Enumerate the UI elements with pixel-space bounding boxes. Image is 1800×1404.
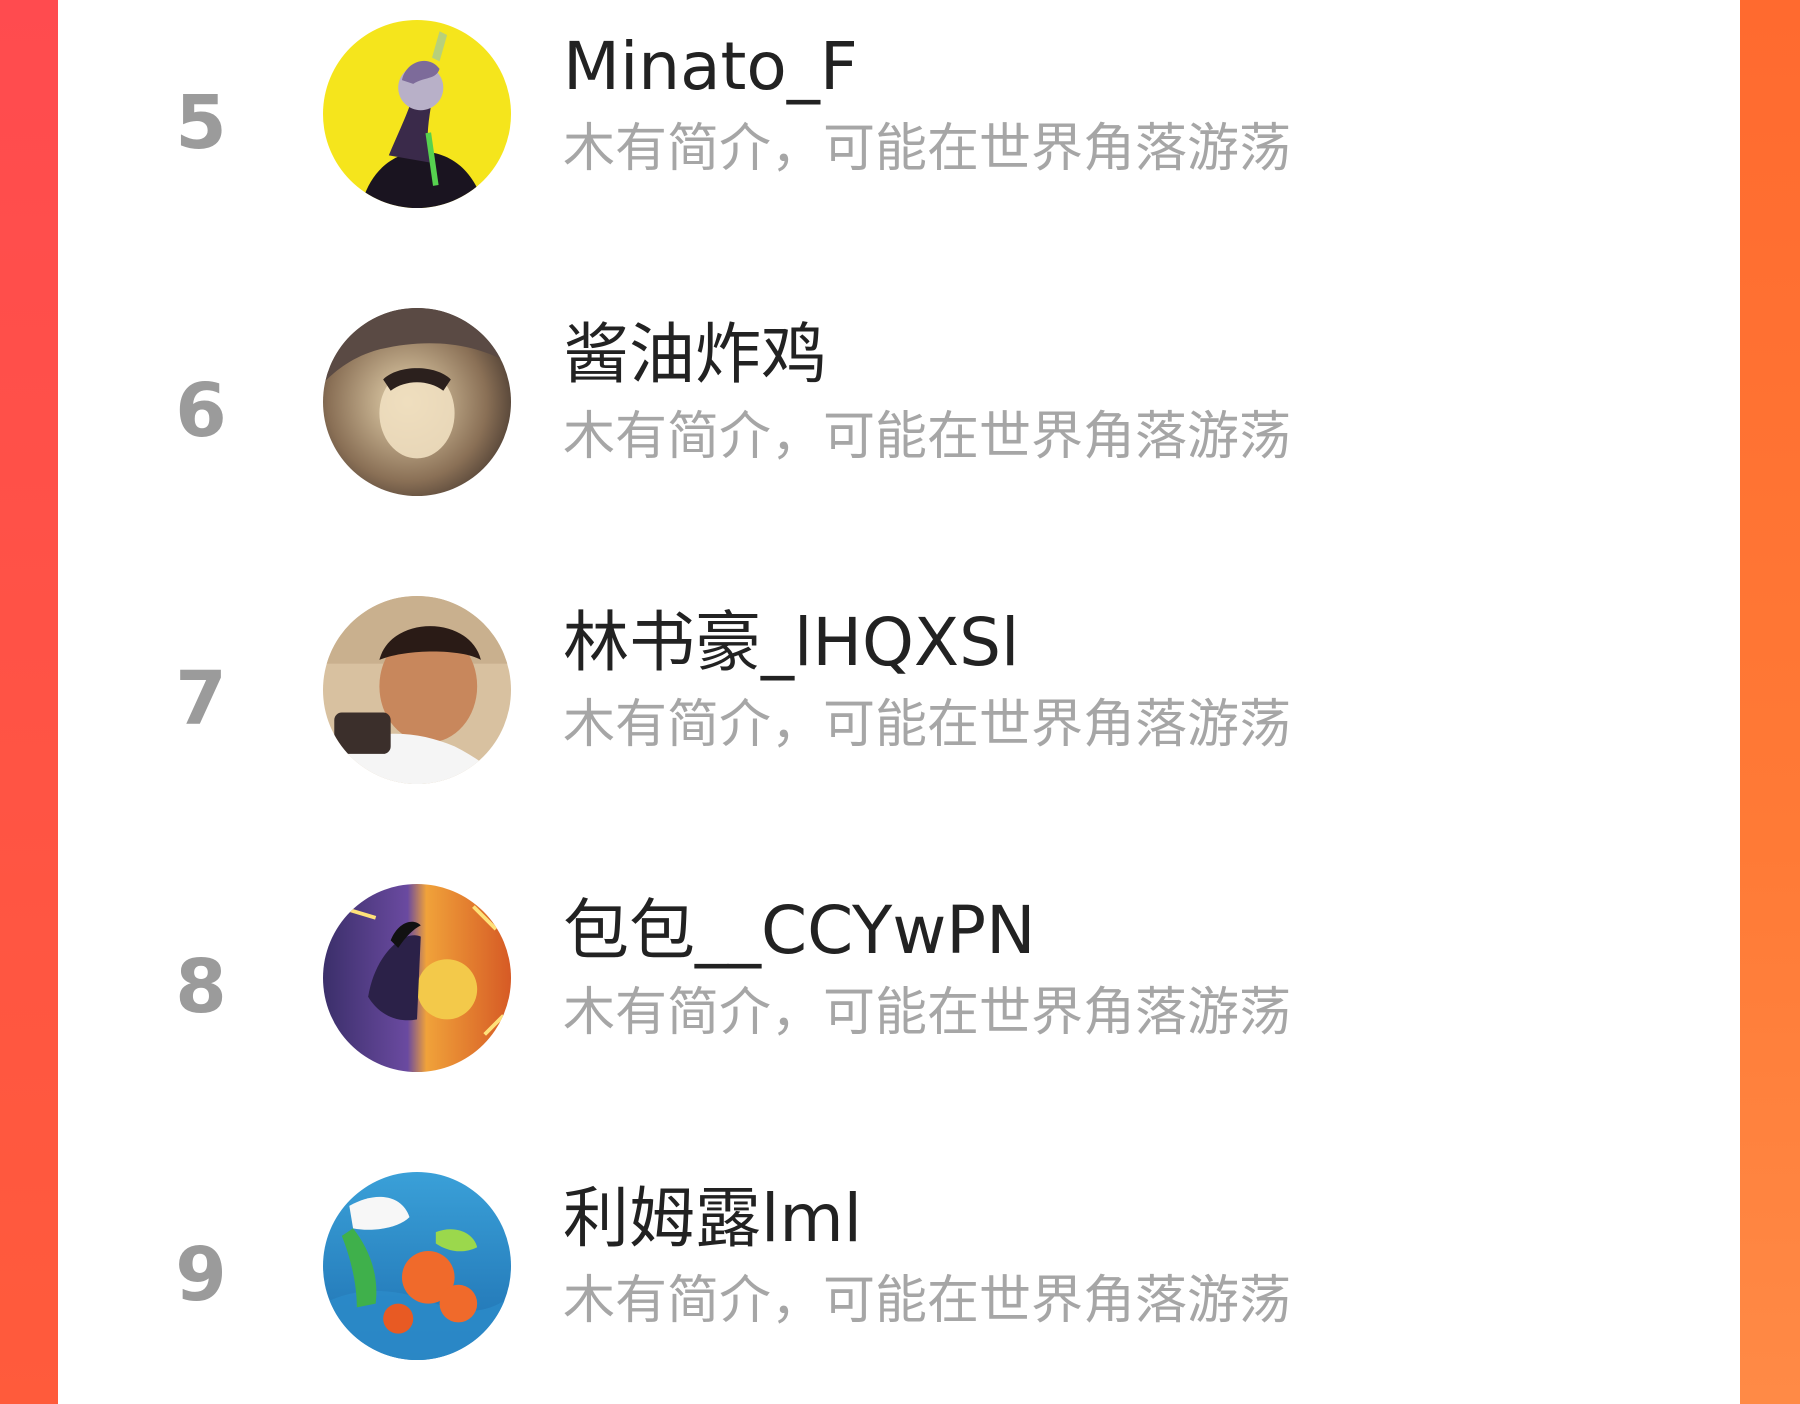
ranking-row[interactable]: 6 酱油炸鸡 木有简介，可能在世界角落游荡: [58, 288, 1740, 538]
user-name[interactable]: 利姆露lml: [563, 1184, 862, 1254]
avatar-image: [323, 884, 511, 1072]
right-background-strip: [1740, 0, 1800, 1404]
user-name[interactable]: 包包__CCYwPN: [563, 896, 1035, 966]
user-avatar[interactable]: [323, 1172, 511, 1360]
ranking-page: 5 Minato_F 木有简介，可能在世界角落游荡 6 酱油炸鸡 木有简介，可能…: [0, 0, 1800, 1404]
ranking-row[interactable]: 8 包包__CCYwPN 木有简介，可能在世界角落游荡: [58, 864, 1740, 1114]
user-bio: 木有简介，可能在世界角落游荡: [563, 695, 1292, 755]
avatar-image: [323, 20, 511, 208]
avatar-image: [323, 596, 511, 784]
ranking-row[interactable]: 9 利姆露lml 木有简介，可能在世界角落游荡: [58, 1152, 1740, 1402]
user-name[interactable]: Minato_F: [563, 32, 858, 102]
user-avatar[interactable]: [323, 596, 511, 784]
user-bio: 木有简介，可能在世界角落游荡: [563, 119, 1292, 179]
avatar-image: [323, 1172, 511, 1360]
rank-number: 7: [175, 656, 227, 742]
left-background-strip: [0, 0, 58, 1404]
ranking-row[interactable]: 5 Minato_F 木有简介，可能在世界角落游荡: [58, 0, 1740, 250]
rank-number: 6: [175, 368, 227, 454]
ranking-row[interactable]: 7 林书豪_lHQXSl 木有简介，可能在世界角落游荡: [58, 576, 1740, 826]
rank-number: 9: [175, 1232, 227, 1318]
user-avatar[interactable]: [323, 308, 511, 496]
user-name[interactable]: 林书豪_lHQXSl: [563, 608, 1019, 678]
avatar-image: [323, 308, 511, 496]
rank-number: 5: [175, 80, 227, 166]
user-bio: 木有简介，可能在世界角落游荡: [563, 407, 1292, 467]
rank-number: 8: [175, 944, 227, 1030]
user-avatar[interactable]: [323, 20, 511, 208]
user-avatar[interactable]: [323, 884, 511, 1072]
user-bio: 木有简介，可能在世界角落游荡: [563, 983, 1292, 1043]
ranking-card: 5 Minato_F 木有简介，可能在世界角落游荡 6 酱油炸鸡 木有简介，可能…: [58, 0, 1740, 1404]
ranking-list: 5 Minato_F 木有简介，可能在世界角落游荡 6 酱油炸鸡 木有简介，可能…: [58, 0, 1740, 1404]
user-bio: 木有简介，可能在世界角落游荡: [563, 1271, 1292, 1331]
user-name[interactable]: 酱油炸鸡: [563, 320, 827, 390]
